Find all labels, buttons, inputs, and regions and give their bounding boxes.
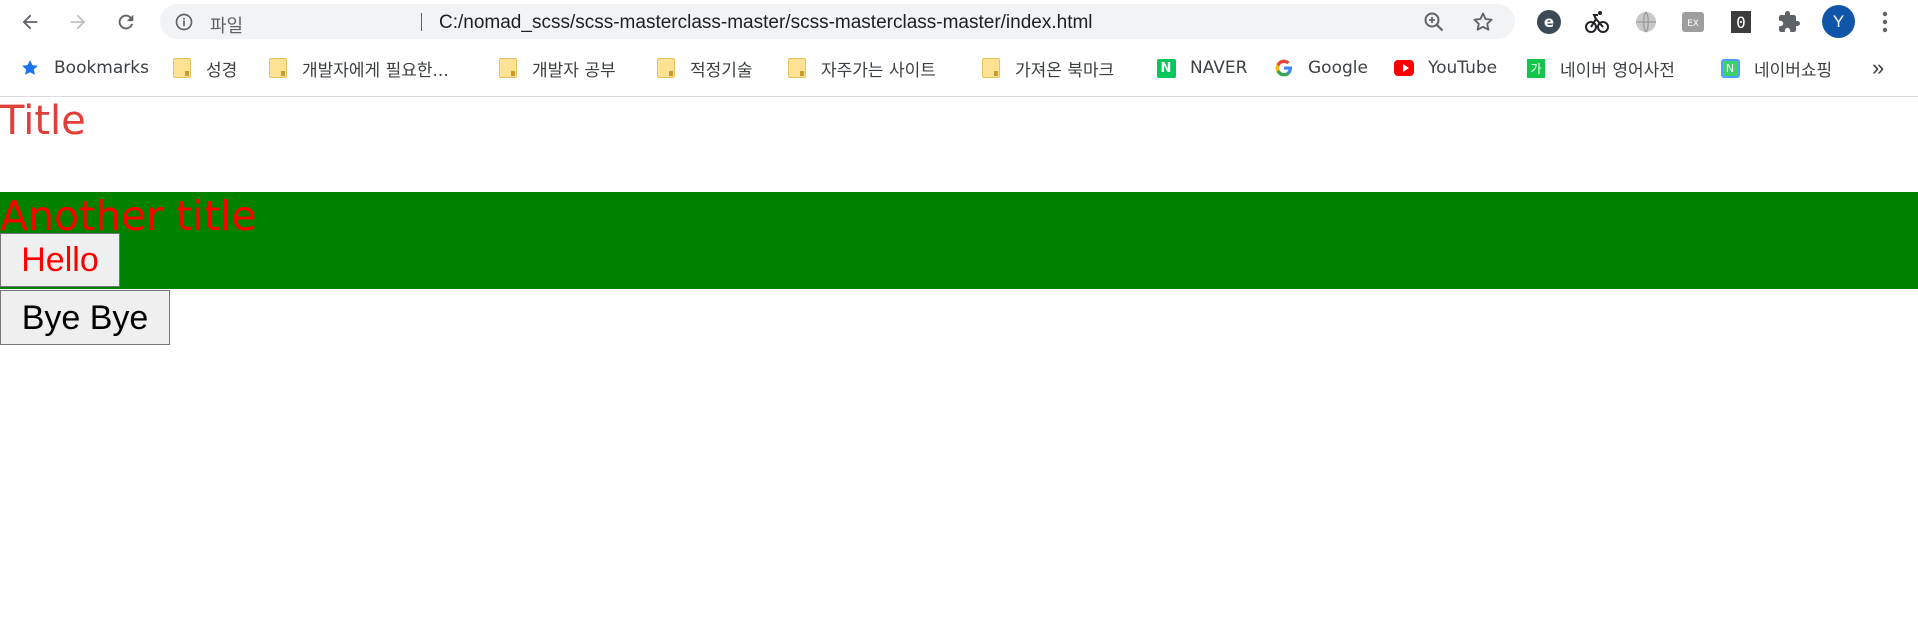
svg-text:EX: EX (1687, 19, 1699, 29)
bookmark-item-bookmarks[interactable]: Bookmarks (20, 55, 149, 81)
bookmark-item-youtube[interactable]: YouTube (1394, 55, 1497, 81)
bookmark-label: 자주가는 사이트 (821, 60, 936, 81)
bookmark-label: 네이버쇼핑 (1754, 60, 1833, 81)
folder-icon (268, 58, 288, 78)
browser-toolbar: 파일 C:/nomad_scss/scss-masterclass-master… (0, 0, 1918, 43)
address-divider (421, 13, 422, 31)
bookmark-item-folder[interactable]: 개발자 공부 (498, 55, 616, 81)
bookmark-label: 성경 (206, 60, 238, 81)
bookmark-item-folder[interactable]: 개발자에게 필요한... (268, 55, 449, 81)
naver-icon: N (1156, 58, 1176, 78)
zoom-icon[interactable] (1422, 10, 1446, 34)
info-icon[interactable] (174, 12, 194, 32)
back-icon[interactable] (14, 6, 46, 38)
address-bar[interactable]: 파일 C:/nomad_scss/scss-masterclass-master… (160, 4, 1515, 39)
bookmark-label: 네이버 영어사전 (1560, 60, 1675, 81)
reload-icon[interactable] (110, 6, 142, 38)
bookmarks-bar: Bookmarks 성경 개발자에게 필요한... 개발자 공부 적정기술 자주… (0, 43, 1918, 97)
bookmark-label: YouTube (1428, 58, 1498, 78)
bookmark-item-dictionary[interactable]: 가 네이버 영어사전 (1526, 55, 1675, 81)
shopping-icon: N (1720, 58, 1740, 78)
bookmark-item-folder[interactable]: 가져온 북마크 (981, 55, 1114, 81)
extension-e-icon[interactable]: e (1535, 8, 1563, 36)
extension-bike-icon[interactable] (1583, 8, 1611, 36)
bookmark-item-naver[interactable]: N NAVER (1156, 55, 1247, 81)
bye-bye-button[interactable]: Bye Bye (0, 290, 170, 345)
bookmark-label: Bookmarks (54, 58, 149, 78)
bookmark-item-folder[interactable]: 자주가는 사이트 (787, 55, 936, 81)
hello-button[interactable]: Hello (0, 233, 120, 287)
bookmark-label: 개발자 공부 (532, 60, 616, 81)
bookmark-item-folder[interactable]: 성경 (172, 55, 237, 81)
extension-ex-icon[interactable]: EX (1679, 8, 1707, 36)
menu-kebab-icon[interactable] (1871, 8, 1899, 36)
scheme-label: 파일 (210, 16, 244, 37)
extensions-puzzle-icon[interactable] (1775, 8, 1803, 36)
youtube-icon (1394, 58, 1414, 78)
bookmark-label: NAVER (1190, 58, 1248, 78)
bookmarks-overflow-button[interactable]: » (1872, 55, 1884, 81)
page-content: Title Another title Hello Bye Bye (0, 97, 1918, 633)
bookmark-label: 개발자에게 필요한... (302, 60, 449, 81)
forward-icon[interactable] (62, 6, 94, 38)
bookmark-label: 적정기술 (690, 60, 753, 81)
bookmark-item-google[interactable]: Google (1274, 55, 1368, 81)
bookmark-item-folder[interactable]: 적정기술 (656, 55, 753, 81)
folder-icon (656, 58, 676, 78)
folder-icon (981, 58, 1001, 78)
svg-text:e: e (1544, 13, 1554, 31)
bookmark-item-shopping[interactable]: N 네이버쇼핑 (1720, 55, 1832, 81)
bookmark-star-icon[interactable] (1471, 10, 1495, 34)
dictionary-icon: 가 (1526, 58, 1546, 78)
green-section: Another title Hello (0, 192, 1918, 289)
folder-icon (172, 58, 192, 78)
bookmark-label: Google (1308, 58, 1368, 78)
google-icon (1274, 58, 1294, 78)
bookmark-label: 가져온 북마크 (1015, 60, 1115, 81)
url-text[interactable]: C:/nomad_scss/scss-masterclass-master/sc… (439, 12, 1093, 34)
extension-zero-icon[interactable]: 0 (1727, 8, 1755, 36)
profile-avatar[interactable]: Y (1822, 5, 1855, 38)
star-icon (20, 58, 40, 78)
page-title: Title (0, 98, 86, 144)
svg-text:0: 0 (1736, 13, 1746, 32)
folder-icon (787, 58, 807, 78)
folder-icon (498, 58, 518, 78)
extension-globe-icon[interactable] (1632, 8, 1660, 36)
